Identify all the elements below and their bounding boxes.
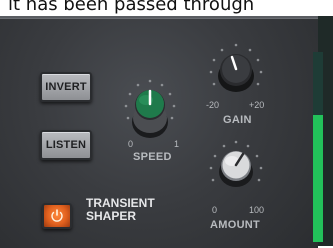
amount-max-label: 100	[249, 205, 265, 215]
amount-min-label: 0	[212, 205, 218, 215]
amount-knob[interactable]	[204, 134, 268, 200]
speed-min-label: 0	[128, 139, 134, 149]
transient-title-line2: SHAPER	[86, 209, 137, 223]
speed-max-label: 1	[174, 139, 180, 149]
speed-label: SPEED	[133, 151, 172, 163]
transient-shaper-title: TRANSIENT SHAPER	[86, 197, 155, 223]
gain-max-label: +20	[249, 100, 265, 110]
transient-shaper-power-button[interactable]	[42, 203, 72, 229]
gain-label: GAIN	[223, 114, 252, 126]
amount-label: AMOUNT	[210, 219, 261, 231]
gain-knob[interactable]	[204, 36, 268, 102]
invert-button[interactable]: INVERT	[40, 72, 92, 102]
power-icon	[51, 209, 63, 222]
speed-knob[interactable]	[118, 74, 182, 146]
listen-button[interactable]: LISTEN	[40, 130, 92, 160]
gain-min-label: -20	[206, 100, 220, 110]
top-caption-text: it has been passed through	[8, 0, 255, 15]
level-meter-fill	[313, 114, 323, 242]
